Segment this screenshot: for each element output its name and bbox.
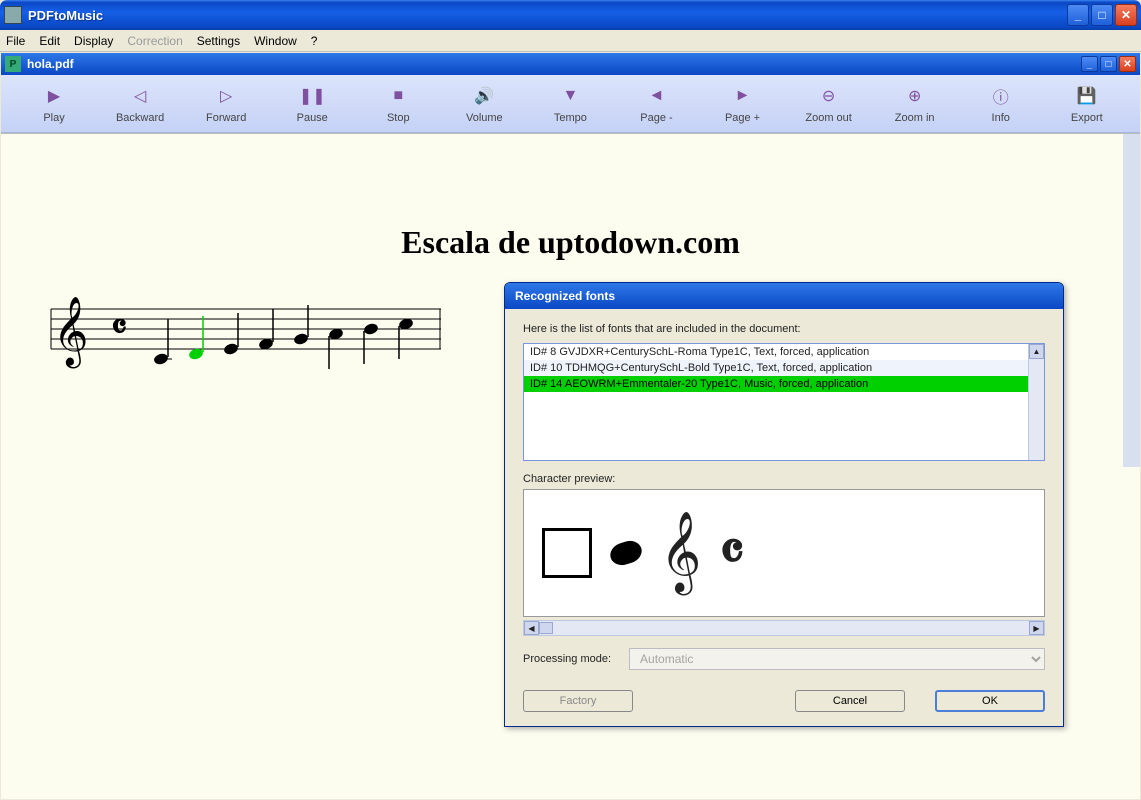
app-title: PDFtoMusic	[28, 8, 1067, 23]
zoom-in-icon: ⊕	[903, 84, 927, 108]
dialog-intro: Here is the list of fonts that are inclu…	[523, 323, 1045, 335]
toolbar: ▶ Play ◁ Backward ▷ Forward ❚❚ Pause ■ S…	[1, 75, 1140, 133]
factory-button[interactable]: Factory	[523, 690, 633, 712]
pause-button[interactable]: ❚❚ Pause	[277, 84, 347, 124]
zoom-out-icon: ⊖	[817, 84, 841, 108]
menubar: File Edit Display Correction Settings Wi…	[0, 30, 1141, 52]
backward-button[interactable]: ◁ Backward	[105, 84, 175, 124]
scroll-thumb[interactable]	[539, 622, 553, 634]
pause-label: Pause	[297, 112, 328, 124]
svg-text:𝄴: 𝄴	[111, 307, 127, 347]
zoom-in-label: Zoom in	[895, 112, 935, 124]
ok-button[interactable]: OK	[935, 690, 1045, 712]
scroll-up-icon[interactable]: ▲	[1029, 344, 1044, 359]
document-window: P hola.pdf _ □ ✕ ▶ Play ◁ Backward ▷ For…	[1, 53, 1140, 799]
cancel-button[interactable]: Cancel	[795, 690, 905, 712]
preview-hscroll[interactable]: ◀ ▶	[523, 620, 1045, 636]
stop-button[interactable]: ■ Stop	[363, 84, 433, 124]
play-button[interactable]: ▶ Play	[19, 84, 89, 124]
zoom-in-button[interactable]: ⊕ Zoom in	[880, 84, 950, 124]
export-label: Export	[1071, 112, 1103, 124]
tempo-icon: ▼	[558, 84, 582, 108]
menu-file[interactable]: File	[6, 34, 25, 48]
svg-text:𝄞: 𝄞	[53, 297, 88, 368]
export-button[interactable]: 💾 Export	[1052, 84, 1122, 124]
document-heading: Escala de uptodown.com	[1, 224, 1140, 261]
volume-button[interactable]: 🔊 Volume	[449, 84, 519, 124]
page-minus-label: Page -	[640, 112, 672, 124]
page-plus-label: Page +	[725, 112, 760, 124]
stop-icon: ■	[386, 84, 410, 108]
stop-label: Stop	[387, 112, 410, 124]
backward-icon: ◁	[128, 84, 152, 108]
font-row[interactable]: ID# 10 TDHMQG+CenturySchL-Bold Type1C, T…	[524, 360, 1044, 376]
glyph-common-time-icon: 𝄴	[719, 521, 744, 586]
export-icon: 💾	[1075, 84, 1099, 108]
menu-window[interactable]: Window	[254, 34, 297, 48]
app-icon	[4, 6, 22, 24]
scroll-right-icon[interactable]: ▶	[1029, 621, 1044, 635]
info-label: Info	[992, 112, 1010, 124]
dialog-title: Recognized fonts	[515, 289, 615, 303]
glyph-notehead-icon	[607, 538, 644, 569]
page-minus-icon: ◄	[644, 84, 668, 108]
page-minus-button[interactable]: ◄ Page -	[621, 84, 691, 124]
volume-label: Volume	[466, 112, 503, 124]
doc-maximize-button[interactable]: □	[1100, 56, 1117, 72]
glyph-treble-clef-icon: 𝄞	[660, 513, 701, 593]
scroll-left-icon[interactable]: ◀	[524, 621, 539, 635]
page-plus-button[interactable]: ► Page +	[708, 84, 778, 124]
info-button[interactable]: ⓘ Info	[966, 84, 1036, 124]
char-preview-label: Character preview:	[523, 473, 1045, 485]
font-row-selected[interactable]: ID# 14 AEOWRM+Emmentaler-20 Type1C, Musi…	[524, 376, 1044, 392]
music-staff: 𝄞 𝄴	[41, 289, 461, 389]
forward-button[interactable]: ▷ Forward	[191, 84, 261, 124]
menu-help[interactable]: ?	[311, 34, 318, 48]
play-icon: ▶	[42, 84, 66, 108]
close-button[interactable]: ✕	[1115, 4, 1137, 26]
info-icon: ⓘ	[989, 84, 1013, 108]
glyph-square-icon	[542, 528, 592, 578]
tempo-button[interactable]: ▼ Tempo	[535, 84, 605, 124]
tempo-label: Tempo	[554, 112, 587, 124]
document-titlebar: P hola.pdf _ □ ✕	[1, 53, 1140, 75]
doc-close-button[interactable]: ✕	[1119, 56, 1136, 72]
document-title: hola.pdf	[27, 57, 1081, 71]
app-titlebar: PDFtoMusic _ □ ✕	[0, 0, 1141, 30]
menu-display[interactable]: Display	[74, 34, 113, 48]
maximize-button[interactable]: □	[1091, 4, 1113, 26]
listbox-scrollbar[interactable]: ▲	[1028, 344, 1044, 460]
fonts-listbox[interactable]: ID# 8 GVJDXR+CenturySchL-Roma Type1C, Te…	[523, 343, 1045, 461]
menu-settings[interactable]: Settings	[197, 34, 240, 48]
menu-edit[interactable]: Edit	[39, 34, 60, 48]
minimize-button[interactable]: _	[1067, 4, 1089, 26]
backward-label: Backward	[116, 112, 164, 124]
play-label: Play	[43, 112, 64, 124]
document-icon: P	[5, 56, 21, 72]
vertical-scrollbar[interactable]	[1123, 134, 1140, 467]
volume-icon: 🔊	[472, 84, 496, 108]
char-preview-box: 𝄞 𝄴	[523, 489, 1045, 617]
pause-icon: ❚❚	[300, 84, 324, 108]
processing-mode-select[interactable]: Automatic	[629, 648, 1045, 670]
processing-mode-label: Processing mode:	[523, 653, 611, 665]
menu-correction: Correction	[127, 34, 182, 48]
zoom-out-button[interactable]: ⊖ Zoom out	[794, 84, 864, 124]
forward-label: Forward	[206, 112, 246, 124]
zoom-out-label: Zoom out	[805, 112, 851, 124]
recognized-fonts-dialog: Recognized fonts Here is the list of fon…	[504, 282, 1064, 727]
dialog-titlebar[interactable]: Recognized fonts	[505, 283, 1063, 309]
doc-minimize-button[interactable]: _	[1081, 56, 1098, 72]
forward-icon: ▷	[214, 84, 238, 108]
page-plus-icon: ►	[731, 84, 755, 108]
document-content: Escala de uptodown.com 𝄞 𝄴	[1, 133, 1140, 799]
font-row[interactable]: ID# 8 GVJDXR+CenturySchL-Roma Type1C, Te…	[524, 344, 1044, 360]
